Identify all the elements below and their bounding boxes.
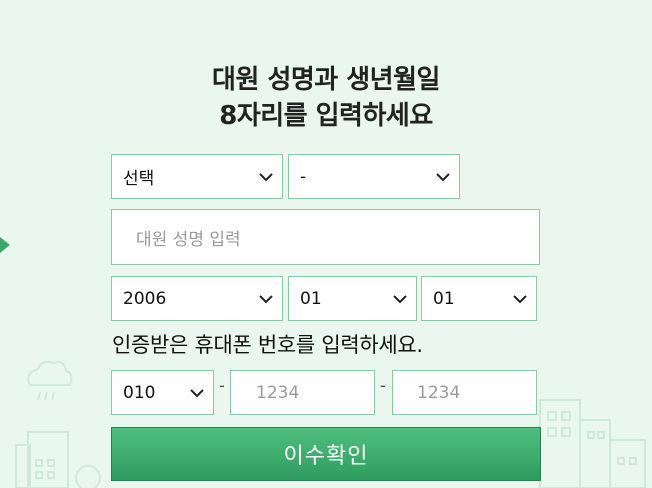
chevron-down-icon xyxy=(393,294,407,303)
phone-middle-placeholder: 1234 xyxy=(256,382,300,403)
position-select-value: - xyxy=(300,166,307,187)
phone-separator-2: - xyxy=(380,376,386,395)
chevron-down-icon xyxy=(513,294,527,303)
chevron-down-icon xyxy=(190,388,204,397)
chevron-down-icon xyxy=(436,172,450,181)
birth-year-select[interactable]: 2006 xyxy=(111,276,283,321)
member-name-placeholder: 대원 성명 입력 xyxy=(136,229,241,250)
birth-year-value: 2006 xyxy=(123,288,167,309)
birth-month-select[interactable]: 01 xyxy=(288,276,417,321)
phone-last-input[interactable]: 1234 xyxy=(392,370,537,415)
side-arrow-icon xyxy=(0,237,10,253)
rank-select-value: 선택 xyxy=(123,169,155,189)
phone-middle-input[interactable]: 1234 xyxy=(230,370,375,415)
position-select[interactable]: - xyxy=(288,154,460,199)
heading-line-2: 8자리를 입력하세요 xyxy=(219,101,433,131)
birth-month-value: 01 xyxy=(300,288,322,309)
rank-select[interactable]: 선택 xyxy=(111,154,283,199)
phone-separator-1: - xyxy=(219,376,225,395)
chevron-down-icon xyxy=(259,172,273,181)
member-name-input[interactable]: 대원 성명 입력 xyxy=(111,209,540,265)
confirm-completion-label: 이수확인 xyxy=(283,444,369,469)
birth-day-select[interactable]: 01 xyxy=(421,276,537,321)
phone-last-placeholder: 1234 xyxy=(417,382,461,403)
phone-instruction-label: 인증받은 휴대폰 번호를 입력하세요. xyxy=(112,333,423,357)
phone-prefix-value: 010 xyxy=(123,382,156,403)
confirm-completion-button[interactable]: 이수확인 xyxy=(111,427,541,481)
phone-prefix-select[interactable]: 010 xyxy=(111,370,214,415)
page-heading: 대원 성명과 생년월일 8자리를 입력하세요 xyxy=(0,62,652,134)
birth-day-value: 01 xyxy=(433,288,455,309)
chevron-down-icon xyxy=(259,294,273,303)
heading-line-1: 대원 성명과 생년월일 xyxy=(212,65,440,95)
